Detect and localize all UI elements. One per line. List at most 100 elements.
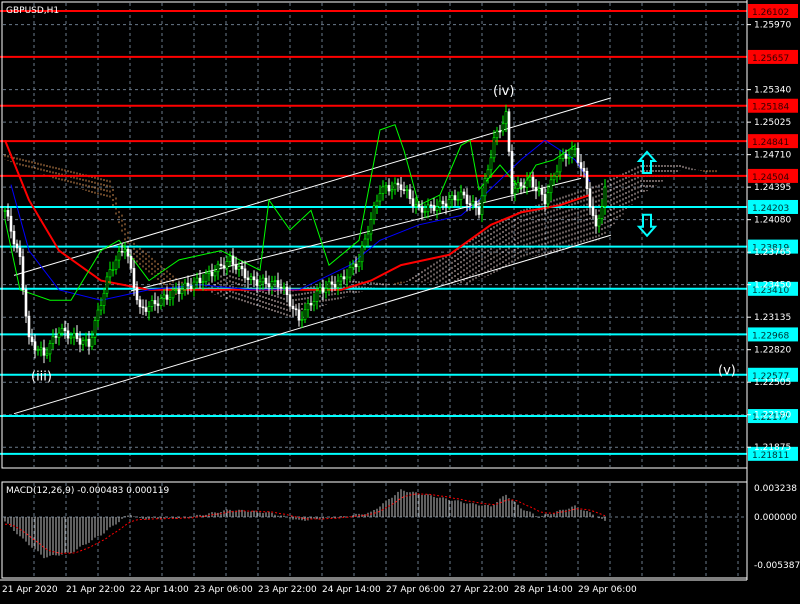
candle-body (18, 247, 22, 257)
candle-body (456, 199, 460, 201)
candle-body (108, 269, 112, 278)
wave-label: (iv) (493, 84, 514, 99)
price-tick-label: 1.22190 (754, 411, 791, 421)
candle-body (429, 204, 433, 207)
candle-body (489, 157, 493, 171)
candle-body (162, 294, 166, 299)
candle-body (114, 259, 118, 270)
candle-body (327, 281, 331, 289)
candle-body (294, 308, 298, 311)
level-price-label: 1.24203 (752, 204, 789, 214)
price-tick-label: 1.23450 (754, 281, 791, 291)
candle-body (87, 338, 91, 347)
candle-body (243, 268, 247, 279)
candle-body (381, 186, 385, 194)
candle-body (252, 276, 256, 281)
candle-body (483, 178, 487, 197)
candle-body (561, 153, 565, 159)
level-price-label: 1.24841 (752, 138, 789, 148)
candle-body (471, 200, 475, 205)
candle-body (576, 147, 580, 163)
candle-body (216, 263, 220, 273)
candle-body (42, 347, 46, 356)
candle-body (411, 198, 415, 207)
candle-body (78, 338, 82, 345)
candle-body (189, 285, 193, 289)
candle-body (51, 336, 55, 344)
candle-body (315, 290, 319, 302)
candle-body (96, 309, 100, 321)
candle-body (393, 182, 397, 191)
candle-body (198, 277, 202, 283)
candle-body (201, 281, 205, 284)
candle-body (546, 192, 550, 205)
candle-body (465, 194, 469, 204)
candle-body (387, 185, 391, 192)
price-tick-label: 1.24395 (754, 183, 791, 193)
candle-body (102, 292, 106, 306)
candle-body (474, 200, 478, 208)
candle-body (9, 215, 13, 232)
candle-body (255, 279, 259, 286)
candle-body (555, 171, 559, 177)
candle-body (210, 271, 214, 277)
candle-body (540, 188, 544, 195)
candle-body (582, 168, 586, 172)
candle-body (354, 263, 358, 268)
candle-body (594, 215, 598, 227)
price-tick-label: 1.25025 (754, 118, 791, 128)
candle-body (321, 287, 325, 293)
candle-body (192, 281, 196, 289)
time-label: 28 Apr 14:00 (514, 585, 573, 595)
candle-body (468, 203, 472, 205)
candle-body (147, 306, 151, 312)
price-tick-label: 1.22820 (754, 346, 791, 356)
candle-body (519, 182, 523, 187)
price-chart[interactable]: (iv) (iii) (v) GBPUSD,H1 1.26102 1.25657 1.2… (0, 0, 800, 600)
candle-body (450, 195, 454, 200)
candle-body (528, 176, 532, 181)
candle-body (402, 189, 406, 191)
candle-body (99, 305, 103, 311)
candle-body (357, 261, 361, 268)
price-tick-label: 1.23765 (754, 248, 791, 258)
candle-body (264, 277, 268, 284)
candle-body (348, 267, 352, 278)
candle-body (63, 328, 67, 332)
candle-body (423, 211, 427, 214)
candle-body (228, 255, 232, 262)
candle-body (513, 188, 517, 195)
candle-body (225, 261, 229, 269)
candle-body (558, 158, 562, 173)
candle-body (57, 332, 61, 338)
candle-body (477, 206, 481, 215)
price-tick-label: 1.24080 (754, 216, 791, 226)
candle-body (312, 301, 316, 306)
candle-body (342, 276, 346, 280)
candle-body (588, 188, 592, 208)
candle-body (426, 204, 430, 213)
candle-body (36, 349, 40, 351)
candle-body (75, 332, 79, 339)
candle-body (195, 277, 199, 283)
candle-body (132, 268, 136, 288)
candle-body (372, 205, 376, 220)
candle-body (84, 338, 88, 342)
candle-body (543, 194, 547, 205)
candle-body (351, 263, 355, 268)
candle-body (156, 303, 160, 306)
chart-title: GBPUSD,H1 (6, 6, 59, 16)
candle-body (597, 218, 601, 227)
candle-body (414, 204, 418, 207)
candle-body (72, 332, 76, 338)
price-tick-label: 1.22505 (754, 378, 791, 388)
candle-body (486, 169, 490, 179)
candle-body (24, 289, 28, 317)
candle-body (504, 111, 508, 125)
candle-body (261, 277, 265, 283)
time-label: 22 Apr 14:00 (130, 585, 189, 595)
candle-body (318, 287, 322, 292)
time-label: 23 Apr 22:00 (258, 585, 317, 595)
candle-body (60, 328, 64, 334)
candle-body (510, 151, 514, 195)
